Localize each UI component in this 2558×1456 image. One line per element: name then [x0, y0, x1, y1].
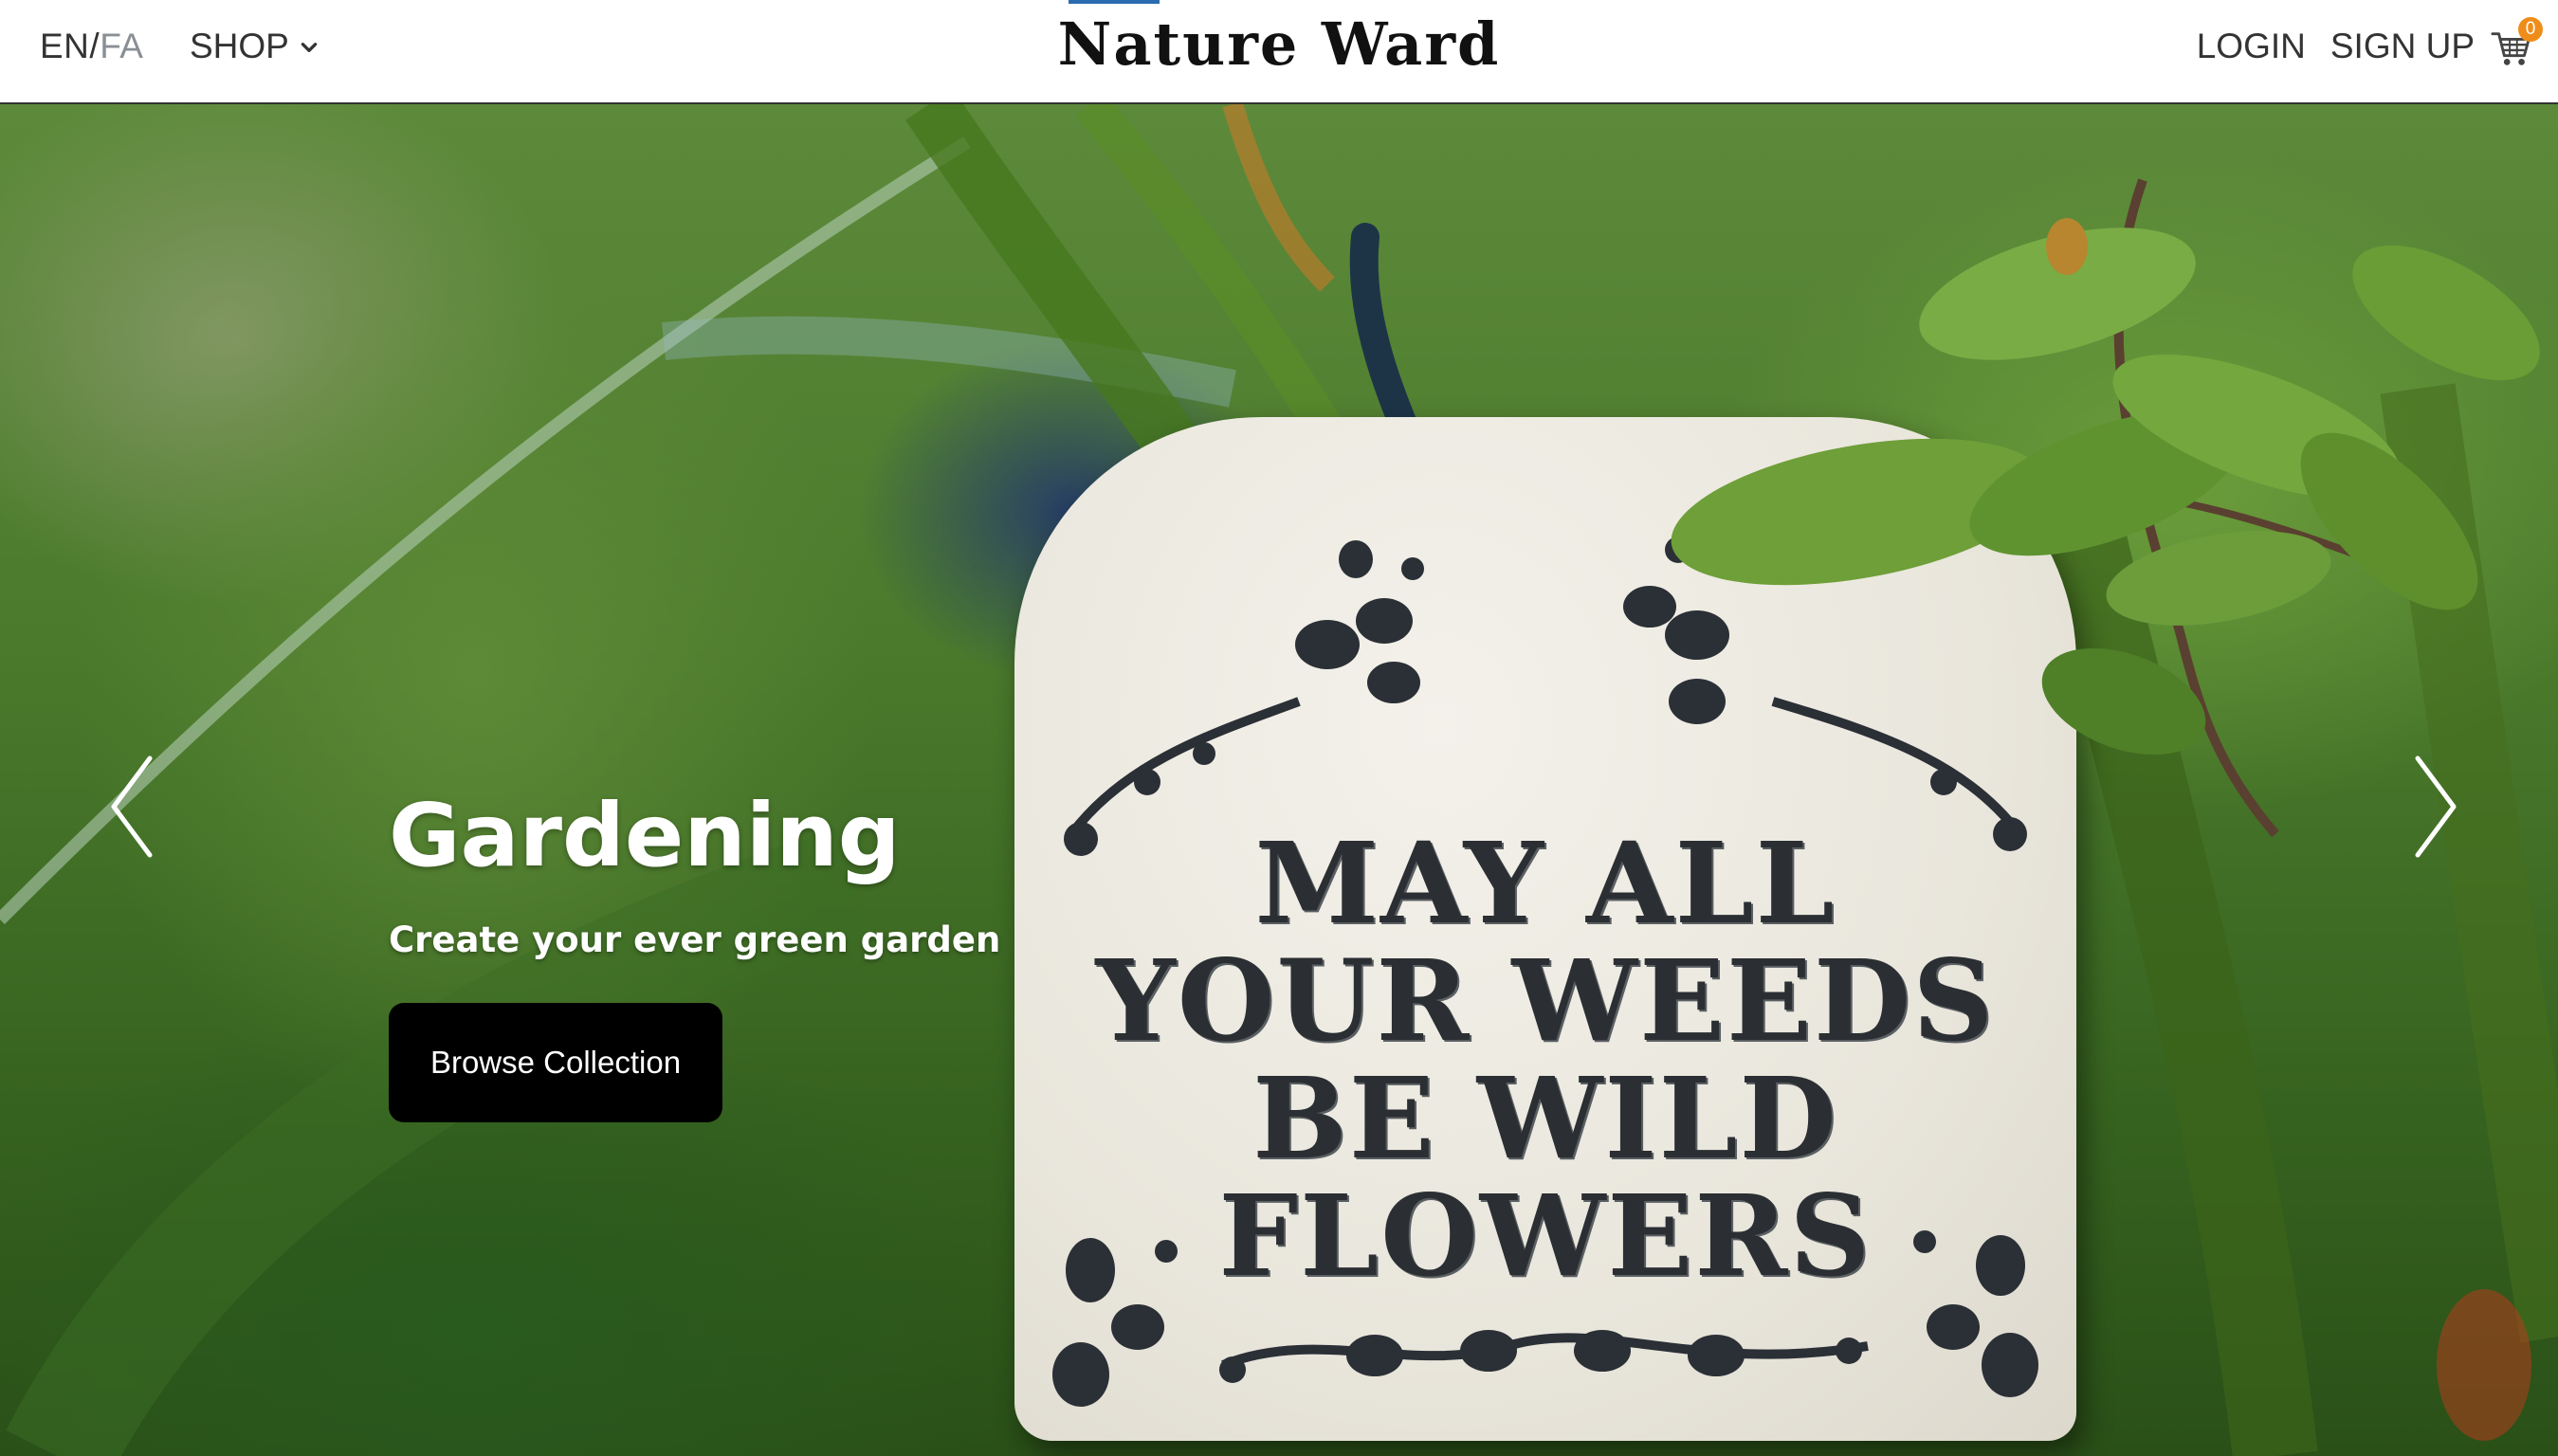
cart-count-badge: 0 [2518, 17, 2543, 42]
auth-links: LOGIN SIGN UP [2197, 27, 2475, 66]
browse-collection-button[interactable]: Browse Collection [389, 1003, 722, 1122]
carousel-prev-button[interactable] [95, 745, 171, 868]
sign-line: YOUR WEEDS [1095, 935, 1996, 1066]
carousel-next-button[interactable] [2397, 745, 2473, 868]
brand-accent-bar [1069, 0, 1160, 4]
lang-en[interactable]: EN [40, 27, 89, 65]
login-link[interactable]: LOGIN [2197, 27, 2306, 66]
lang-separator: / [89, 27, 100, 65]
language-switcher: EN/FA [40, 27, 143, 66]
lang-fa[interactable]: FA [100, 27, 143, 65]
signup-link[interactable]: SIGN UP [2330, 27, 2475, 66]
site-header: EN/FA SHOP Nature Ward LOGIN SIGN UP 0 [0, 0, 2558, 104]
chevron-left-icon [111, 755, 153, 858]
sign-line: BE WILD [1252, 1052, 1838, 1184]
sign-line: FLOWERS [1218, 1170, 1873, 1301]
hero-title: Gardening [389, 785, 901, 886]
hero-subtitle: Create your ever green garden [389, 919, 1001, 960]
chevron-down-icon [299, 27, 320, 66]
chevron-right-icon [2415, 755, 2457, 858]
brand-logo: Nature Ward [0, 9, 2558, 79]
shop-menu[interactable]: SHOP [190, 27, 320, 66]
shop-menu-label: SHOP [190, 27, 289, 65]
cart-button[interactable]: 0 [2490, 17, 2543, 72]
brand-name[interactable]: Nature Ward [1058, 9, 1501, 79]
hero-carousel: MAY ALL YOUR WEEDS BE WILD FLOWERS Garde… [0, 104, 2558, 1456]
